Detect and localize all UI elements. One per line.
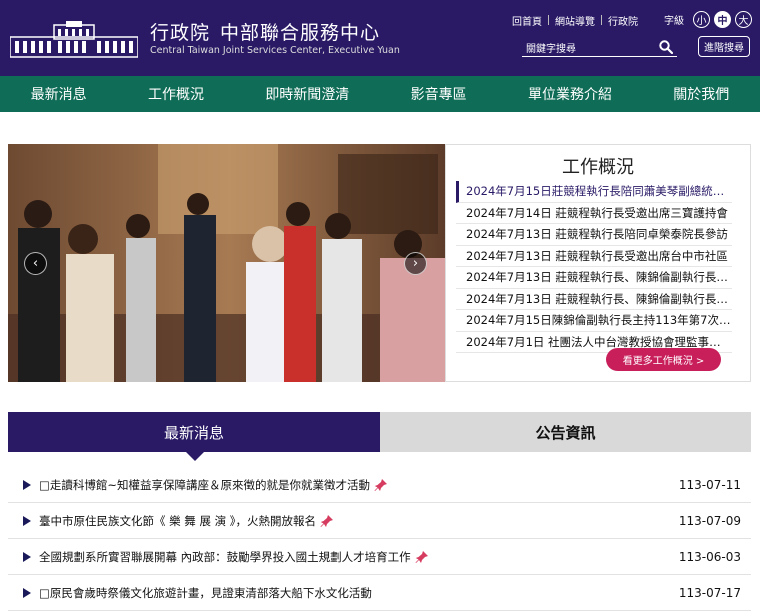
news-tabs: 最新消息 公告資訊: [8, 412, 751, 461]
nav-units[interactable]: 單位業務介紹: [520, 84, 620, 104]
nav-news-clarification[interactable]: 即時新聞澄清: [257, 84, 357, 104]
news-row[interactable]: 臺中市原住民族文化節《 樂 舞 展 演 》，火熱開放報名 113-07-09: [8, 503, 751, 539]
news-date: 113-07-17: [678, 585, 741, 600]
nav-about[interactable]: 關於我們: [665, 84, 737, 104]
bullet-arrow-icon: [23, 551, 31, 562]
work-item[interactable]: 2024年7月13日 莊競程執行長、陳錦倫副執行長陪同: [456, 289, 732, 310]
news-date: 113-07-11: [678, 477, 741, 492]
bullet-arrow-icon: [23, 587, 31, 598]
pin-icon: [374, 479, 387, 491]
active-tab-pointer: [186, 452, 204, 461]
work-item[interactable]: 2024年7月15日陳錦倫副執行長主持113年第7次工作: [456, 310, 732, 332]
news-row[interactable]: 全國規劃系所實習聯展開幕 內政部：鼓勵學界投入國土規劃人才培育工作 113-06…: [8, 539, 751, 575]
search-input[interactable]: [522, 40, 647, 59]
main-nav: 最新消息 工作概況 即時新聞澄清 影音專區 單位業務介紹 關於我們: [0, 76, 760, 112]
font-size-label: 字級: [664, 16, 684, 27]
font-size-large-button[interactable]: 大: [735, 11, 752, 28]
news-row[interactable]: □原民會歲時祭儀文化旅遊計畫，見證東清部落大船下水文化活動 113-07-17: [8, 575, 751, 611]
tab-latest-news[interactable]: 最新消息: [8, 412, 380, 452]
font-size-control: 字級 小 中 大: [664, 11, 752, 28]
news-title: 臺中市原住民族文化節《 樂 舞 展 演 》，火熱開放報名: [39, 513, 671, 529]
nav-media[interactable]: 影音專區: [403, 84, 475, 104]
news-list: □走讀科博館~知權益享保障講座＆原來徵的就是你就業徵才活動 113-07-11 …: [8, 467, 751, 611]
sitemap-link[interactable]: 網站導覽: [549, 13, 601, 28]
font-size-small-button[interactable]: 小: [693, 11, 710, 28]
nav-latest-news[interactable]: 最新消息: [23, 84, 95, 104]
bullet-arrow-icon: [23, 515, 31, 526]
work-item[interactable]: 2024年7月13日 莊競程執行長受邀出席台中市社區: [456, 246, 732, 267]
carousel-prev-button[interactable]: ‹: [24, 252, 47, 275]
executive-yuan-label: 行政院: [150, 22, 211, 44]
nav-work-overview[interactable]: 工作概況: [140, 84, 212, 104]
work-item[interactable]: 2024年7月13日 莊競程執行長陪同卓榮泰院長參訪: [456, 224, 732, 246]
news-title: 全國規劃系所實習聯展開幕 內政部：鼓勵學界投入國土規劃人才培育工作: [39, 549, 671, 565]
search-box: [522, 37, 677, 59]
pin-icon: [415, 551, 428, 563]
tab-announcements[interactable]: 公告資訊: [380, 412, 751, 452]
building-logo-icon[interactable]: [10, 21, 138, 59]
news-title: □走讀科博館~知權益享保障講座＆原來徵的就是你就業徵才活動: [39, 477, 671, 493]
search-icon[interactable]: [659, 40, 673, 54]
hero-photo: [8, 144, 451, 382]
work-item[interactable]: 2024年7月14日 莊競程執行長受邀出席三寶護持會: [456, 203, 732, 224]
hero-carousel[interactable]: ‹ ›: [8, 144, 451, 382]
site-header: 行政院 中部聯合服務中心 Central Taiwan Joint Service…: [0, 0, 760, 76]
work-overview-panel: 工作概況 2024年7月15日莊競程執行長陪同蕭美琴副總統參訪 2024年7月1…: [445, 144, 751, 382]
work-item[interactable]: 2024年7月15日莊競程執行長陪同蕭美琴副總統參訪: [456, 181, 732, 203]
carousel-next-button[interactable]: ›: [404, 252, 427, 275]
news-date: 113-06-03: [678, 549, 741, 564]
work-overview-title: 工作概況: [562, 157, 634, 178]
site-title-english: Central Taiwan Joint Services Center, Ex…: [150, 45, 400, 56]
advanced-search-button[interactable]: 進階搜尋: [698, 36, 750, 57]
site-title[interactable]: 行政院 中部聯合服務中心: [150, 18, 380, 45]
bullet-arrow-icon: [23, 479, 31, 490]
more-work-overview-button[interactable]: 看更多工作概況 >: [606, 348, 721, 371]
work-overview-list: 2024年7月15日莊競程執行長陪同蕭美琴副總統參訪 2024年7月14日 莊競…: [446, 181, 750, 353]
home-link[interactable]: 回首頁: [506, 13, 548, 28]
font-size-medium-button[interactable]: 中: [714, 11, 731, 28]
center-name: 中部聯合服務中心: [220, 22, 381, 44]
news-row[interactable]: □走讀科博館~知權益享保障講座＆原來徵的就是你就業徵才活動 113-07-11: [8, 467, 751, 503]
news-title: □原民會歲時祭儀文化旅遊計畫，見證東清部落大船下水文化活動: [39, 585, 372, 600]
work-item[interactable]: 2024年7月13日 莊競程執行長、陳錦倫副執行長陪同: [456, 267, 732, 289]
executive-yuan-link[interactable]: 行政院: [602, 13, 644, 28]
top-links: 回首頁 網站導覽 行政院: [506, 13, 644, 28]
pin-icon: [320, 515, 334, 527]
news-date: 113-07-09: [678, 513, 741, 528]
